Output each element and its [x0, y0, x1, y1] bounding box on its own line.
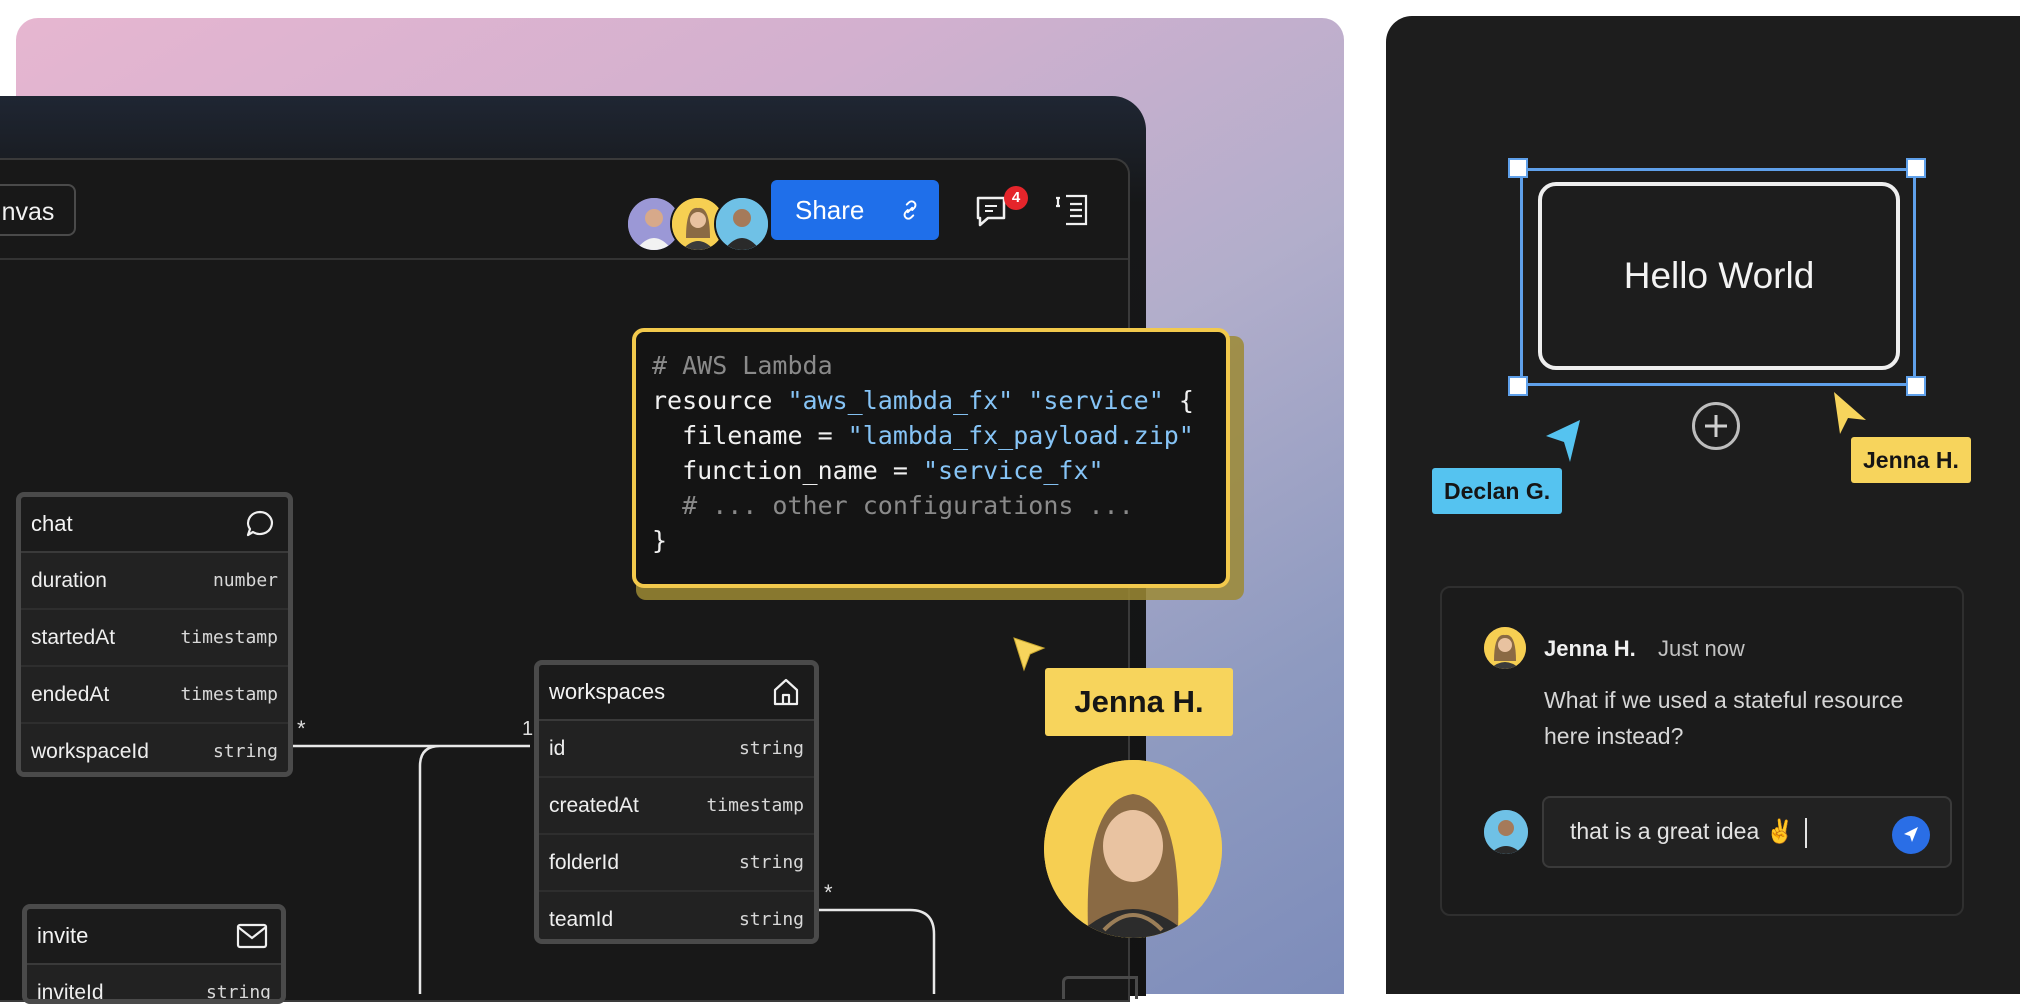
row-type: string	[739, 738, 804, 759]
resize-handle[interactable]	[1508, 158, 1528, 178]
table-row: workspaceId string	[21, 724, 288, 777]
table-row: teamId string	[539, 892, 814, 944]
table-card-invite[interactable]: invite inviteId string	[22, 904, 286, 1004]
cursor-label-declan: Declan G.	[1432, 468, 1562, 514]
cursor-label-jenna: Jenna H.	[1045, 668, 1233, 736]
row-name: inviteId	[37, 981, 104, 1004]
cursor-pointer-icon	[1830, 390, 1870, 436]
send-icon	[1892, 816, 1930, 854]
person-silhouette-icon	[1484, 810, 1528, 854]
resize-handle[interactable]	[1906, 376, 1926, 396]
row-name: duration	[31, 569, 107, 593]
code-brace: }	[652, 526, 667, 555]
code-line: # AWS Lambda	[652, 351, 833, 380]
row-type: number	[213, 570, 278, 591]
code-string: "aws_lambda_fx"	[787, 386, 1013, 415]
row-type: string	[206, 982, 271, 1003]
table-title: chat	[31, 511, 73, 537]
person-silhouette-icon	[1484, 627, 1526, 669]
row-name: createdAt	[549, 794, 639, 818]
table-row: endedAt timestamp	[21, 667, 288, 724]
plus-icon	[1695, 405, 1737, 447]
code-key: filename =	[652, 421, 848, 450]
chat-bubble-icon	[244, 508, 276, 540]
row-name: endedAt	[31, 683, 109, 707]
table-row: id string	[539, 721, 814, 778]
row-name: workspaceId	[31, 740, 149, 764]
person-photo-icon	[1044, 760, 1222, 938]
row-type: string	[739, 909, 804, 930]
row-type: string	[739, 852, 804, 873]
code-line: # ... other configurations ...	[652, 491, 1134, 520]
row-name: id	[549, 737, 565, 761]
reply-input-value[interactable]: that is a great idea ✌️	[1570, 818, 1794, 845]
row-name: folderId	[549, 851, 619, 875]
table-row: folderId string	[539, 835, 814, 892]
comment-author: Jenna H.	[1544, 636, 1636, 662]
code-string: "service_fx"	[923, 456, 1104, 485]
table-header: workspaces	[539, 665, 814, 721]
code-keyword: resource	[652, 386, 787, 415]
table-row: duration number	[21, 553, 288, 610]
row-name: teamId	[549, 908, 613, 932]
table-title: workspaces	[549, 679, 665, 705]
cursor-label-jenna: Jenna H.	[1851, 437, 1971, 483]
table-title: invite	[37, 923, 88, 949]
mail-icon	[235, 921, 269, 951]
relation-many-label: *	[824, 880, 833, 906]
table-row: startedAt timestamp	[21, 610, 288, 667]
row-type: string	[213, 741, 278, 762]
row-type: timestamp	[706, 795, 804, 816]
table-card-chat[interactable]: chat duration number startedAt timestamp e…	[16, 492, 293, 777]
code-string: "service"	[1013, 386, 1164, 415]
code-key: function_name =	[652, 456, 923, 485]
code-brace: {	[1164, 386, 1194, 415]
cursor-pointer-icon	[1012, 636, 1048, 674]
comment-text: What if we used a stateful resource here…	[1544, 682, 1934, 754]
table-card-partial	[1062, 976, 1138, 999]
row-name: startedAt	[31, 626, 115, 650]
cursor-pointer-icon	[1544, 418, 1584, 464]
avatar	[1484, 810, 1528, 854]
relation-many-label: *	[297, 716, 306, 742]
hello-world-shape[interactable]: Hello World	[1538, 182, 1900, 370]
table-card-workspaces[interactable]: workspaces id string createdAt timestamp f…	[534, 660, 819, 944]
table-row: inviteId string	[27, 965, 281, 1004]
table-row: createdAt timestamp	[539, 778, 814, 835]
resize-handle[interactable]	[1508, 376, 1528, 396]
code-string: "lambda_fx_payload.zip"	[848, 421, 1194, 450]
avatar	[1484, 627, 1526, 669]
home-icon	[770, 676, 802, 708]
comment-timestamp: Just now	[1658, 636, 1745, 662]
row-type: timestamp	[180, 627, 278, 648]
table-header: chat	[21, 497, 288, 553]
row-type: timestamp	[180, 684, 278, 705]
send-button[interactable]	[1892, 816, 1930, 854]
add-button[interactable]	[1692, 402, 1740, 450]
code-card[interactable]: # AWS Lambda resource "aws_lambda_fx" "s…	[632, 328, 1230, 588]
resize-handle[interactable]	[1906, 158, 1926, 178]
text-caret	[1805, 818, 1807, 848]
jenna-avatar-photo	[1044, 760, 1222, 938]
table-header: invite	[27, 909, 281, 965]
